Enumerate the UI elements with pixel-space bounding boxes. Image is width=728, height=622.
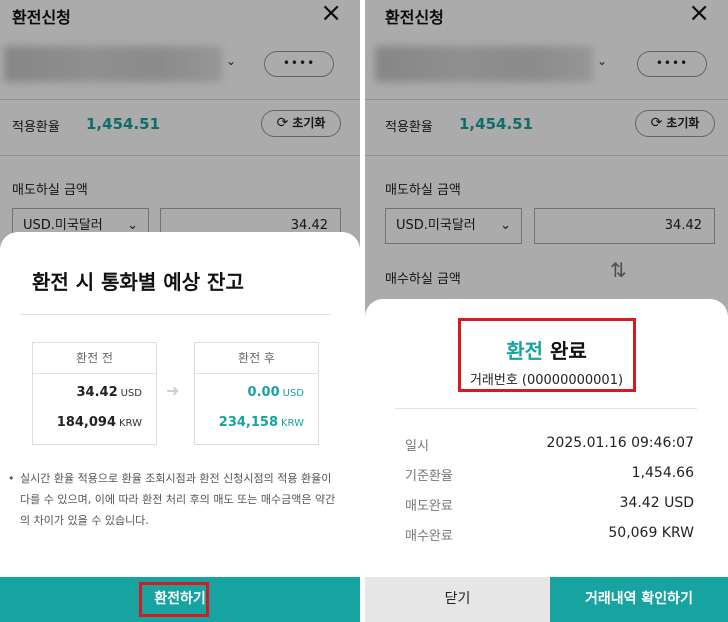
usd-unit: USD [282,388,304,399]
krw-balance-row: 234,158 KRW [219,415,304,430]
usd-unit: USD [120,388,142,399]
highlight-box [139,582,209,617]
detail-value: 50,069 KRW [608,525,694,541]
detail-label: 매수완료 [405,529,453,544]
highlight-box [458,318,636,392]
krw-unit: KRW [119,418,142,429]
balance-before-card: 환전 전 34.42 USD 184,094 KRW [32,342,157,445]
usd-amount: 34.42 [76,385,118,400]
detail-value: 1,454.66 [631,465,694,481]
balance-after-card: 환전 후 0.00 USD 234,158 KRW [194,342,319,445]
detail-row-sell-complete: 매도완료 34.42 USD [405,495,694,517]
usd-balance-row: 34.42 USD [77,385,143,400]
view-history-button[interactable]: 거래내역 확인하기 [550,577,728,622]
krw-amount: 184,094 [56,415,116,430]
divider [395,408,697,409]
arrow-right-icon: ➜ [166,381,180,400]
notice-body: 실시간 환율 적용으로 환율 조회시점과 환전 신청시점의 적용 환율이 다를 … [20,472,336,527]
close-button[interactable]: 닫기 [365,577,550,622]
detail-row-buy-complete: 매수완료 50,069 KRW [405,525,694,547]
detail-label: 기준환율 [405,469,453,484]
detail-row-base-rate: 기준환율 1,454.66 [405,465,694,487]
left-screen: 환전신청 × ⌄ •••• 적용환율 1,454.51 ⟳ 초기화 매도하실 금액… [0,0,360,622]
krw-unit: KRW [281,418,304,429]
detail-row-datetime: 일시 2025.01.16 09:46:07 [405,435,694,457]
detail-value: 2025.01.16 09:46:07 [546,435,695,451]
action-buttons: 닫기 거래내역 확인하기 [365,577,728,622]
detail-value: 34.42 USD [619,495,694,511]
bullet-icon: • [8,472,15,485]
detail-label: 일시 [405,439,429,454]
expected-balance-sheet: 환전 시 통화별 예상 잔고 환전 전 34.42 USD 184,094 KRW … [0,232,360,622]
notice-text: • 실시간 환율 적용으로 환율 조회시점과 환전 신청시점의 적용 환율이 다… [8,468,342,531]
right-screen: 환전신청 × ⌄ •••• 적용환율 1,454.51 ⟳ 초기화 매도하실 금액… [365,0,728,622]
divider [20,314,331,315]
balance-before-header: 환전 전 [33,343,156,374]
balance-after-header: 환전 후 [195,343,318,374]
usd-balance-row: 0.00 USD [248,385,304,400]
usd-amount: 0.00 [247,385,280,400]
sheet-title: 환전 시 통화별 예상 잔고 [32,270,244,294]
exchange-complete-sheet: 환전 완료 거래번호 (00000000001) 일시 2025.01.16 0… [365,299,728,622]
krw-amount: 234,158 [218,415,278,430]
krw-balance-row: 184,094 KRW [57,415,142,430]
detail-label: 매도완료 [405,499,453,514]
